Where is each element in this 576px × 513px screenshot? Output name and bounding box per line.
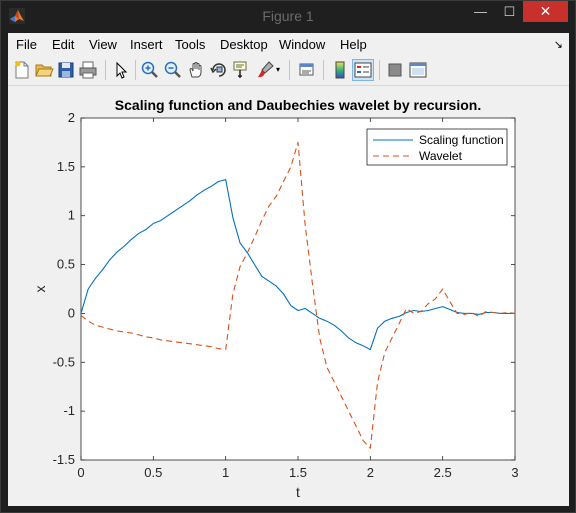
y-tick-label: -1.5 — [53, 452, 75, 467]
open-file-icon[interactable] — [34, 60, 54, 80]
x-tick-label: 0.5 — [144, 465, 162, 480]
dock-arrow-icon[interactable]: ↘ — [554, 38, 563, 51]
menu-insert[interactable]: Insert — [130, 37, 163, 52]
y-tick-label: 1.5 — [57, 159, 75, 174]
pan-hand-icon[interactable] — [186, 60, 206, 80]
toolbar-separator — [105, 60, 106, 80]
rotate-3d-icon[interactable] — [209, 60, 229, 80]
brush-icon[interactable] — [255, 60, 275, 80]
close-button[interactable]: ✕ — [523, 1, 568, 22]
toolbar-separator — [289, 60, 290, 80]
maximize-button[interactable]: ☐ — [496, 1, 523, 22]
x-tick-label: 2.5 — [434, 465, 452, 480]
insert-colorbar-icon[interactable] — [330, 60, 350, 80]
save-icon[interactable] — [56, 60, 76, 80]
figure-canvas: 0 0.5 1 1.5 2 2.5 3 -1.5 -1 -0.5 0 0.5 1 1.5 2 Scaling … — [8, 86, 569, 506]
edit-plot-arrow-icon[interactable] — [111, 60, 131, 80]
x-tick-label: 2 — [367, 465, 374, 480]
brush-dropdown-icon[interactable]: ▾ — [276, 60, 284, 80]
print-icon[interactable] — [78, 60, 98, 80]
menu-tools[interactable]: Tools — [175, 37, 205, 52]
menu-help[interactable]: Help — [340, 37, 367, 52]
x-tick-label: 1 — [222, 465, 229, 480]
legend-label: Scaling function — [419, 133, 504, 147]
y-axis-label: x — [32, 286, 48, 293]
show-plot-tools-icon[interactable] — [408, 60, 428, 80]
x-axis-label: t — [296, 484, 300, 500]
menu-edit[interactable]: Edit — [52, 37, 74, 52]
toolbar-separator — [135, 60, 136, 80]
menu-desktop[interactable]: Desktop — [220, 37, 268, 52]
menu-bar: File Edit View Insert Tools Desktop Wind… — [8, 33, 569, 55]
toolbar-separator — [379, 60, 380, 80]
plot-area[interactable] — [80, 117, 516, 461]
menu-view[interactable]: View — [89, 37, 117, 52]
y-tick-label: -1 — [63, 403, 75, 418]
chart-title: Scaling function and Daubechies wavelet … — [115, 97, 481, 113]
figure-window: Figure 1 — ☐ ✕ File Edit View Insert Too… — [0, 0, 576, 513]
y-tick-label: -0.5 — [53, 354, 75, 369]
y-tick-label: 1 — [68, 208, 75, 223]
hide-plot-tools-icon[interactable] — [385, 60, 405, 80]
minimize-button[interactable]: — — [467, 1, 494, 22]
insert-legend-icon[interactable] — [352, 59, 374, 81]
x-tick-label: 1.5 — [289, 465, 307, 480]
data-cursor-icon[interactable] — [232, 60, 252, 80]
title-bar: Figure 1 — ☐ ✕ — [1, 1, 575, 31]
link-plot-icon[interactable] — [297, 60, 317, 80]
x-tick-label: 3 — [511, 465, 518, 480]
y-tick-label: 0 — [68, 305, 75, 320]
x-tick-label: 0 — [77, 465, 84, 480]
plot-axes[interactable]: 0 0.5 1 1.5 2 2.5 3 -1.5 -1 -0.5 0 0.5 1 1.5 2 Scaling … — [8, 86, 569, 506]
y-tick-label: 2 — [68, 110, 75, 125]
toolbar: ▾ — [8, 55, 569, 86]
legend-label: Wavelet — [419, 149, 463, 163]
toolbar-separator — [323, 60, 324, 80]
zoom-in-icon[interactable] — [140, 60, 160, 80]
new-figure-icon[interactable] — [12, 60, 32, 80]
y-tick-label: 0.5 — [57, 257, 75, 272]
menu-window[interactable]: Window — [279, 37, 325, 52]
menu-file[interactable]: File — [16, 37, 37, 52]
zoom-out-icon[interactable] — [163, 60, 183, 80]
